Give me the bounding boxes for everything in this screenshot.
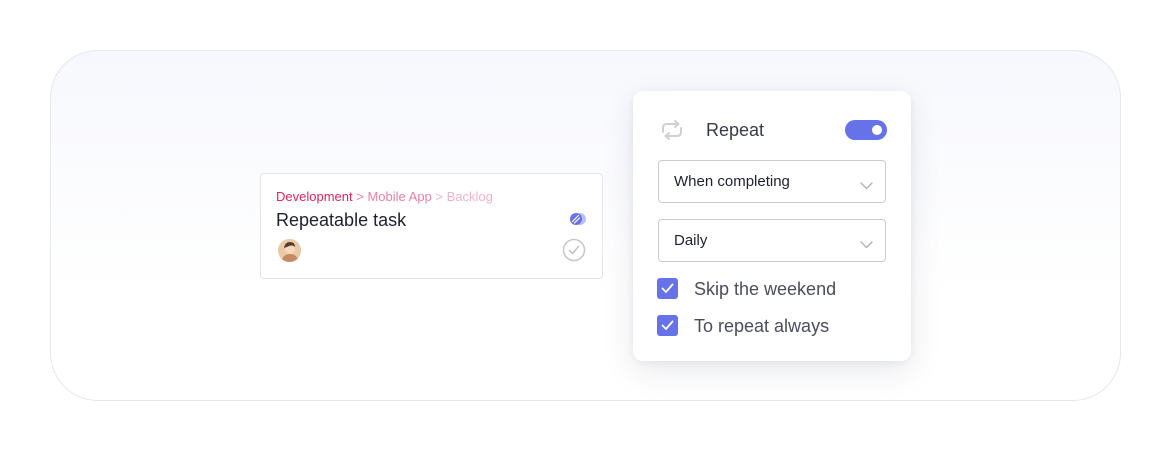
breadcrumb-item-development[interactable]: Development: [276, 189, 353, 204]
repeat-always-label: To repeat always: [694, 316, 830, 336]
repeat-frequency-select[interactable]: Daily: [658, 219, 886, 262]
breadcrumb-separator: >: [435, 189, 443, 204]
breadcrumb-item-backlog[interactable]: Backlog: [447, 189, 493, 204]
repeat-toggle[interactable]: [845, 120, 887, 140]
breadcrumb: Development > Mobile App > Backlog: [276, 189, 493, 204]
checkmark-icon: [661, 283, 674, 293]
chevron-down-icon: [860, 236, 873, 249]
check-circle-icon[interactable]: [562, 238, 586, 262]
repeat-label: Repeat: [706, 120, 765, 140]
repeat-badge-icon: [569, 212, 587, 226]
task-title[interactable]: Repeatable task: [276, 210, 406, 231]
repeat-trigger-value: When completing: [674, 173, 790, 190]
repeat-trigger-select[interactable]: When completing: [658, 160, 886, 203]
task-card[interactable]: Development > Mobile App > Backlog Repea…: [260, 173, 603, 279]
breadcrumb-separator: >: [356, 189, 364, 204]
checkmark-icon: [661, 320, 674, 330]
toggle-knob: [872, 125, 882, 135]
avatar[interactable]: [278, 239, 301, 262]
chevron-down-icon: [860, 177, 873, 190]
repeat-icon: [659, 119, 685, 141]
repeat-frequency-value: Daily: [674, 232, 708, 249]
skip-weekend-checkbox[interactable]: [657, 278, 678, 299]
repeat-always-checkbox[interactable]: [657, 315, 678, 336]
skip-weekend-label: Skip the weekend: [694, 279, 837, 299]
breadcrumb-item-mobile-app[interactable]: Mobile App: [367, 189, 431, 204]
repeat-popup: Repeat When completing Daily Skip the we…: [633, 91, 911, 361]
